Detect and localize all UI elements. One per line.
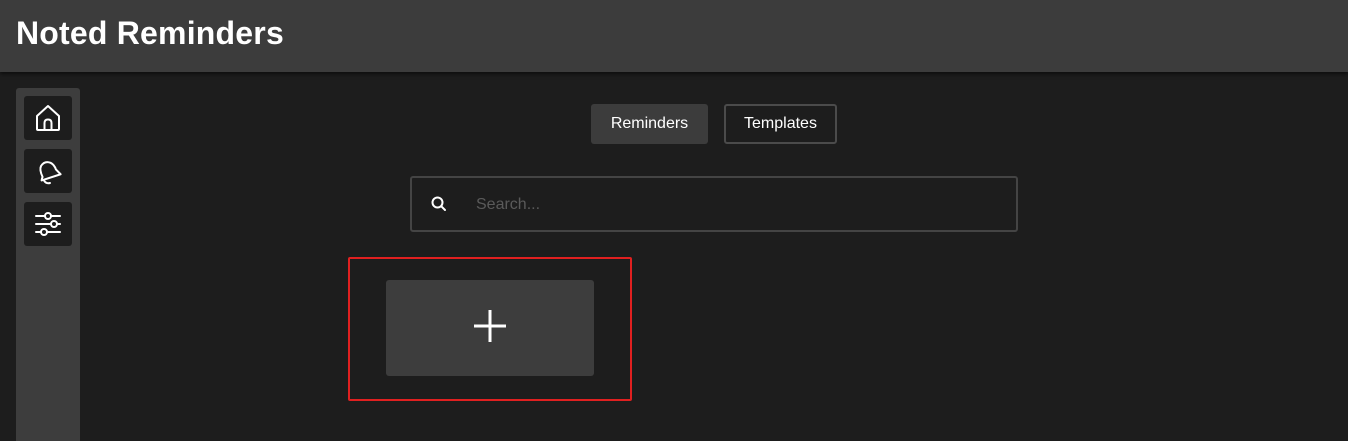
app-title: Noted Reminders xyxy=(16,15,284,51)
bell-icon xyxy=(32,155,64,187)
tab-bar: Reminders Templates xyxy=(591,104,837,144)
search-input[interactable] xyxy=(474,190,998,220)
search-box[interactable] xyxy=(410,176,1018,232)
sidebar-item-home[interactable] xyxy=(24,96,72,140)
sliders-icon xyxy=(32,208,64,240)
sidebar-item-settings[interactable] xyxy=(24,202,72,246)
plus-icon xyxy=(472,308,508,349)
tab-templates[interactable]: Templates xyxy=(724,104,837,144)
add-reminder-button[interactable] xyxy=(386,280,594,376)
tab-reminders[interactable]: Reminders xyxy=(591,104,708,144)
home-icon xyxy=(32,102,64,134)
sidebar-item-notifications[interactable] xyxy=(24,149,72,193)
title-bar: Noted Reminders xyxy=(0,0,1348,72)
sidebar xyxy=(16,88,80,441)
search-icon xyxy=(429,194,449,214)
